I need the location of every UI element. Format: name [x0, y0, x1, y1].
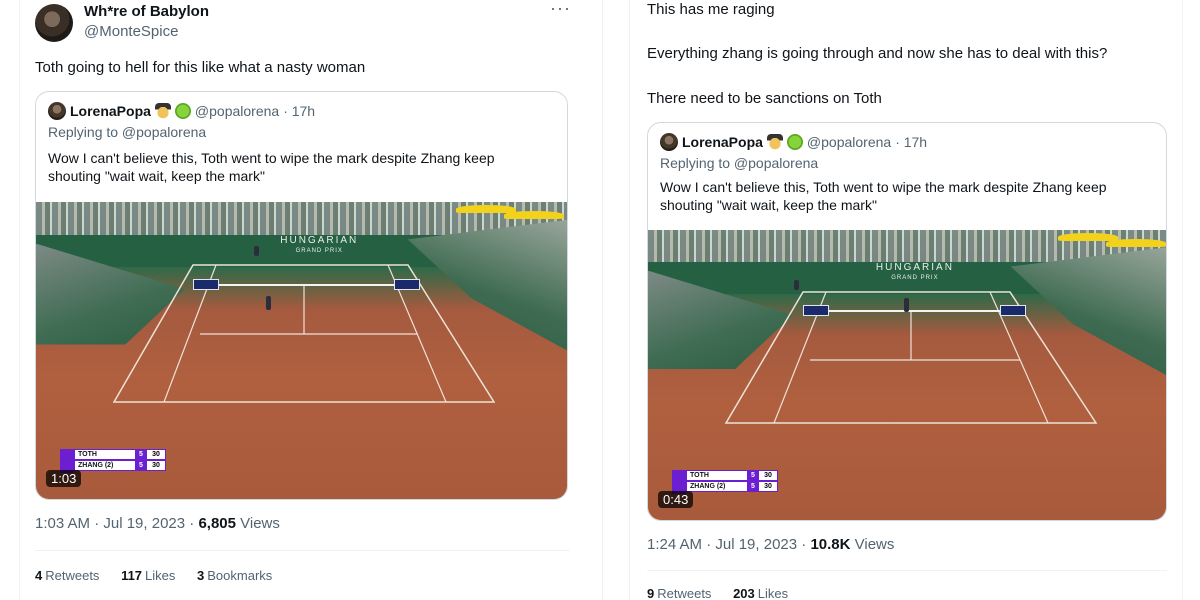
- spy-emoji-icon: [154, 103, 171, 119]
- views-count: 6,805: [198, 515, 236, 532]
- tweet-text-line: There need to be sanctions on Toth: [647, 90, 882, 107]
- player-name: ZHANG (2): [78, 462, 114, 469]
- video-duration: 1:03: [46, 470, 82, 487]
- replying-to: Replying to @popalorena: [48, 124, 207, 140]
- avatar[interactable]: [35, 4, 73, 42]
- retweets-stat[interactable]: 4 Retweets: [35, 568, 99, 583]
- likes-count: 203: [733, 586, 755, 600]
- player-name: TOTH: [78, 451, 97, 458]
- points-score: 30: [764, 483, 772, 490]
- quote-time: · 17h: [283, 103, 316, 119]
- score-row: ZHANG (2) 5 30: [686, 481, 778, 492]
- points-score: 30: [152, 451, 160, 458]
- likes-label: Likes: [757, 586, 789, 600]
- avatar: [660, 133, 678, 151]
- games-score: 5: [747, 471, 759, 480]
- games-score: 5: [135, 461, 147, 470]
- left-tweet: Wh*re of Babylon @MonteSpice ··· Toth go…: [19, 0, 603, 600]
- video-player[interactable]: HUNGARIAN GRAND PRIX TOTH 5 30 ZHANG (2)…: [36, 202, 567, 499]
- player: [266, 296, 271, 310]
- games-score: 5: [747, 482, 759, 491]
- views-label: Views: [235, 515, 280, 532]
- points-score: 30: [764, 472, 772, 479]
- avatar: [48, 102, 66, 120]
- player: [254, 246, 259, 256]
- quote-text-line: Wow I can't believe this, Toth went to w…: [48, 150, 495, 166]
- score-row: ZHANG (2) 5 30: [74, 460, 166, 471]
- player: [794, 280, 799, 290]
- bookmarks-label: Bookmarks: [207, 568, 273, 583]
- quote-time: · 17h: [895, 134, 928, 150]
- player: [904, 298, 909, 312]
- quote-text-line: Wow I can't believe this, Toth went to w…: [660, 179, 1107, 195]
- bookmarks-stat[interactable]: 3 Bookmarks: [197, 568, 272, 583]
- tweet-meta: 1:03 AM · Jul 19, 2023 · 6,805 Views: [35, 515, 280, 532]
- retweets-label: Retweets: [45, 568, 100, 583]
- score-row: TOTH 5 30: [686, 470, 778, 481]
- quote-author-name: LorenaPopa: [70, 103, 151, 119]
- net-sign: [803, 305, 829, 316]
- tweet-text: Toth going to hell for this like what a …: [35, 59, 366, 76]
- quote-header: LorenaPopa @popalorena · 17h: [660, 133, 927, 153]
- games-score: 5: [135, 450, 147, 459]
- likes-stat[interactable]: 117 Likes: [121, 568, 175, 583]
- quoted-tweet[interactable]: LorenaPopa @popalorena · 17h Replying to @…: [35, 91, 568, 500]
- quote-text: Wow I can't believe this, Toth went to w…: [48, 149, 495, 185]
- gutter: [604, 0, 628, 600]
- timestamp[interactable]: 1:24 AM · Jul 19, 2023 ·: [647, 536, 810, 553]
- tennis-net: [194, 284, 420, 286]
- divider: [35, 550, 570, 551]
- player-name: TOTH: [690, 472, 709, 479]
- tennis-ball-emoji-icon: [786, 134, 803, 150]
- divider: [647, 570, 1167, 571]
- author-handle[interactable]: @MonteSpice: [84, 23, 178, 40]
- player-name: ZHANG (2): [690, 483, 726, 490]
- views-count: 10.8K: [810, 536, 851, 553]
- net-sign: [1000, 305, 1026, 316]
- tweet-stats: 9 Retweets 203 Likes: [647, 586, 806, 600]
- retweets-stat[interactable]: 9 Retweets: [647, 586, 711, 600]
- quote-author-handle: @popalorena: [194, 103, 280, 119]
- quote-header: LorenaPopa @popalorena · 17h: [48, 102, 315, 122]
- video-duration: 0:43: [658, 491, 694, 508]
- net-sign: [193, 279, 219, 290]
- tweet-meta: 1:24 AM · Jul 19, 2023 · 10.8K Views: [647, 536, 894, 553]
- likes-label: Likes: [145, 568, 176, 583]
- tennis-net: [804, 310, 1024, 312]
- quote-text-line: shouting "wait wait, keep the mark": [48, 168, 265, 184]
- more-horizontal-icon[interactable]: ···: [550, 0, 570, 22]
- spy-emoji-icon: [766, 134, 783, 150]
- points-score: 30: [152, 462, 160, 469]
- quoted-tweet[interactable]: LorenaPopa @popalorena · 17h Replying to @…: [647, 122, 1167, 521]
- tennis-ball-emoji-icon: [174, 103, 191, 119]
- quote-author-name: LorenaPopa: [682, 134, 763, 150]
- quote-text: Wow I can't believe this, Toth went to w…: [660, 178, 1107, 214]
- quote-text-line: shouting "wait wait, keep the mark": [660, 197, 877, 213]
- net-sign: [394, 279, 420, 290]
- quote-author-handle: @popalorena: [806, 134, 892, 150]
- video-player[interactable]: HUNGARIAN GRAND PRIX TOTH 5 30 ZHANG (2)…: [648, 230, 1166, 520]
- likes-count: 117: [121, 568, 143, 583]
- author-name[interactable]: Wh*re of Babylon: [84, 3, 209, 20]
- retweets-count: 4: [35, 568, 43, 583]
- views-label: Views: [850, 536, 895, 553]
- timestamp[interactable]: 1:03 AM · Jul 19, 2023 ·: [35, 515, 198, 532]
- retweets-label: Retweets: [657, 586, 712, 600]
- score-row: TOTH 5 30: [74, 449, 166, 460]
- tweet-stats: 4 Retweets 117 Likes 3 Bookmarks: [35, 568, 290, 583]
- tweet-text-line: This has me raging: [647, 1, 775, 18]
- bookmarks-count: 3: [197, 568, 205, 583]
- tweet-text-line: Everything zhang is going through and no…: [647, 45, 1108, 62]
- right-tweet: This has me raging Everything zhang is g…: [629, 0, 1183, 600]
- retweets-count: 9: [647, 586, 655, 600]
- replying-to: Replying to @popalorena: [660, 155, 819, 171]
- likes-stat[interactable]: 203 Likes: [733, 586, 788, 600]
